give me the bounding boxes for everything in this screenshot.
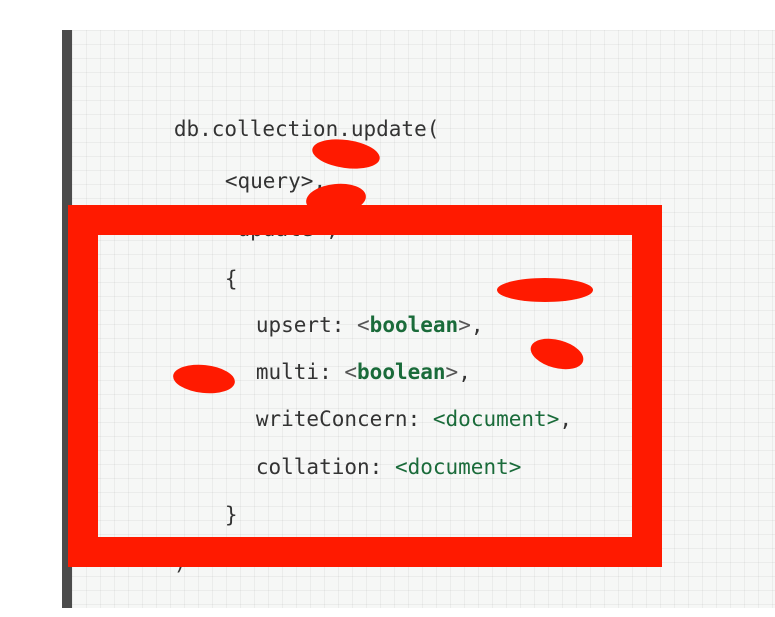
red-scribble-upsert: [497, 278, 593, 302]
red-highlight-box: [68, 205, 662, 567]
screenshot-page: db.collection.update( <query>, <update>,…: [0, 0, 775, 617]
